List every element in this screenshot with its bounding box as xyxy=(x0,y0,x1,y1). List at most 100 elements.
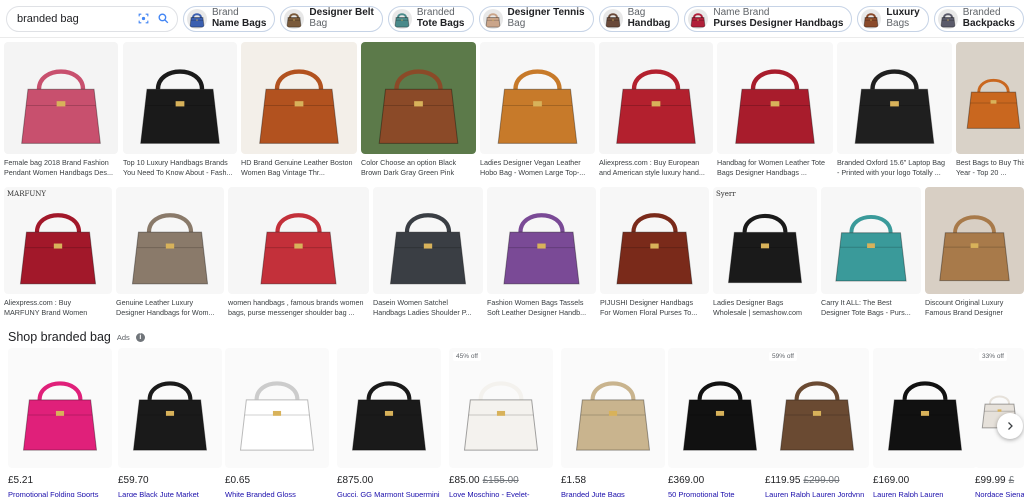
product-image[interactable]: 59% off xyxy=(765,348,869,468)
result-caption[interactable]: Genuine Leather Luxury Designer Handbags… xyxy=(116,298,220,318)
image-result-card[interactable]: Dasein Women Satchel Handbags Ladies Sho… xyxy=(373,187,483,322)
result-thumbnail[interactable] xyxy=(956,42,1024,154)
product-name[interactable]: Large Black Jute Market xyxy=(118,490,222,497)
product-name[interactable]: 50 Promotional Tote xyxy=(668,490,772,497)
product-card[interactable]: £369.00 50 Promotional Tote xyxy=(668,348,772,497)
result-thumbnail[interactable] xyxy=(116,187,224,294)
image-result-card[interactable]: Top 10 Luxury Handbags Brands You Need T… xyxy=(123,42,237,182)
product-card[interactable]: £59.70 Large Black Jute Market xyxy=(118,348,222,497)
image-result-card[interactable]: Female bag 2018 Brand Fashion Pendant Wo… xyxy=(4,42,118,182)
product-card[interactable]: £169.00 Lauren Ralph Lauren xyxy=(873,348,977,497)
product-image[interactable] xyxy=(561,348,665,468)
result-thumbnail[interactable] xyxy=(228,187,369,294)
result-thumbnail[interactable] xyxy=(123,42,237,154)
product-image[interactable] xyxy=(337,348,441,468)
product-name[interactable]: Nordace Siena xyxy=(975,490,1024,497)
search-icon[interactable] xyxy=(157,12,171,26)
result-thumbnail[interactable] xyxy=(837,42,952,154)
product-image[interactable] xyxy=(225,348,329,468)
product-price: £5.21 xyxy=(8,475,34,486)
image-result-card[interactable]: Genuine Leather Luxury Designer Handbags… xyxy=(116,187,224,322)
result-thumbnail[interactable] xyxy=(4,42,118,154)
related-search-chip[interactable]: Brand Name Bags xyxy=(182,5,276,32)
search-input[interactable]: branded bag xyxy=(6,5,178,32)
lens-icon[interactable] xyxy=(137,12,151,26)
product-image[interactable] xyxy=(668,348,772,468)
result-caption[interactable]: women handbags , famous brands women bag… xyxy=(228,298,365,318)
image-result-card[interactable]: MARFUNY Aliexpress.com : Buy MARFUNY Bra… xyxy=(4,187,112,322)
result-thumbnail[interactable]: MARFUNY xyxy=(4,187,112,294)
product-price-row: £169.00 xyxy=(873,475,977,486)
product-image[interactable]: 33% off xyxy=(975,348,1024,468)
product-name[interactable]: Love Moschino - Eyelet- xyxy=(449,490,553,497)
carousel-next-button[interactable] xyxy=(997,413,1023,439)
product-card[interactable]: 45% off £85.00 £155.00 Love Moschino - Ey… xyxy=(449,348,553,497)
result-caption[interactable]: Fashion Women Bags Tassels Soft Leather … xyxy=(487,298,592,318)
image-result-card[interactable]: Ladies Designer Vegan Leather Hobo Bag -… xyxy=(480,42,595,182)
result-caption[interactable]: Handbag for Women Leather Tote Bags Desi… xyxy=(717,158,829,178)
result-thumbnail[interactable] xyxy=(241,42,357,154)
product-image[interactable] xyxy=(118,348,222,468)
result-caption[interactable]: Branded Oxford 15.6" Laptop Bag - Printe… xyxy=(837,158,948,178)
product-name[interactable]: Branded Jute Bags xyxy=(561,490,665,497)
result-caption[interactable]: PIJUSHI Designer Handbags For Women Flor… xyxy=(600,298,705,318)
image-result-card[interactable]: HD Brand Genuine Leather Boston Women Ba… xyxy=(241,42,357,182)
result-thumbnail[interactable] xyxy=(361,42,476,154)
result-thumbnail[interactable] xyxy=(821,187,921,294)
image-result-card[interactable]: women handbags , famous brands women bag… xyxy=(228,187,369,322)
image-result-card[interactable]: PIJUSHI Designer Handbags For Women Flor… xyxy=(600,187,709,322)
related-search-chip[interactable]: Luxury Bags xyxy=(857,5,929,32)
product-image[interactable]: 45% off xyxy=(449,348,553,468)
result-caption[interactable]: Color Choose an option Black Brown Dark … xyxy=(361,158,472,178)
result-caption[interactable]: Discount Original Luxury Famous Brand De… xyxy=(925,298,1020,318)
result-thumbnail[interactable] xyxy=(599,42,713,154)
discount-badge: 33% off xyxy=(979,352,1007,361)
result-thumbnail[interactable] xyxy=(925,187,1024,294)
product-name[interactable]: White Branded Gloss xyxy=(225,490,329,497)
image-result-card[interactable]: Fashion Women Bags Tassels Soft Leather … xyxy=(487,187,596,322)
image-result-card[interactable]: Best Bags to Buy This Year - Top 20 ... xyxy=(956,42,1024,182)
result-caption[interactable]: HD Brand Genuine Leather Boston Women Ba… xyxy=(241,158,353,178)
related-search-chip[interactable]: Designer Tennis Bag xyxy=(478,5,594,32)
product-image[interactable] xyxy=(873,348,977,468)
related-search-chip[interactable]: Designer Belt Bag xyxy=(280,5,383,32)
result-caption[interactable]: Aliexpress.com : Buy European and Americ… xyxy=(599,158,709,178)
related-search-chip[interactable]: Name Brand Purses Designer Handbags xyxy=(684,5,853,32)
product-name[interactable]: Gucci, GG Marmont Supermini xyxy=(337,490,441,497)
search-query[interactable]: branded bag xyxy=(17,13,131,25)
result-thumbnail[interactable] xyxy=(717,42,833,154)
image-result-card[interactable]: Discount Original Luxury Famous Brand De… xyxy=(925,187,1024,322)
result-caption[interactable]: Dasein Women Satchel Handbags Ladies Sho… xyxy=(373,298,479,318)
product-name[interactable]: Promotional Folding Sports xyxy=(8,490,112,497)
result-thumbnail[interactable] xyxy=(373,187,483,294)
product-card[interactable]: 59% off £119.95 £299.00 Lauren Ralph Laur… xyxy=(765,348,869,497)
related-search-chip[interactable]: Branded Tote Bags xyxy=(387,5,474,32)
product-card[interactable]: £875.00 Gucci, GG Marmont Supermini xyxy=(337,348,441,497)
product-card[interactable]: £1.58 Branded Jute Bags xyxy=(561,348,665,497)
result-caption[interactable]: Aliexpress.com : Buy MARFUNY Brand Women… xyxy=(4,298,108,318)
result-caption[interactable]: Top 10 Luxury Handbags Brands You Need T… xyxy=(123,158,233,178)
result-caption[interactable]: Ladies Designer Bags Wholesale | semasho… xyxy=(713,298,813,318)
info-icon[interactable]: i xyxy=(135,332,145,342)
image-result-card[interactable]: Carry It ALL: The Best Designer Tote Bag… xyxy=(821,187,921,322)
result-caption[interactable]: Carry It ALL: The Best Designer Tote Bag… xyxy=(821,298,917,318)
result-thumbnail[interactable] xyxy=(480,42,595,154)
product-card[interactable]: £0.65 White Branded Gloss xyxy=(225,348,329,497)
image-result-card[interactable]: Branded Oxford 15.6" Laptop Bag - Printe… xyxy=(837,42,952,182)
image-result-card[interactable]: Syerr Ladies Designer Bags Wholesale | s… xyxy=(713,187,817,322)
product-card[interactable]: £5.21 Promotional Folding Sports xyxy=(8,348,112,497)
result-thumbnail[interactable] xyxy=(487,187,596,294)
image-result-card[interactable]: Handbag for Women Leather Tote Bags Desi… xyxy=(717,42,833,182)
result-thumbnail[interactable]: Syerr xyxy=(713,187,817,294)
product-name[interactable]: Lauren Ralph Lauren Jordynn xyxy=(765,490,869,497)
image-result-card[interactable]: Aliexpress.com : Buy European and Americ… xyxy=(599,42,713,182)
related-search-chip[interactable]: Bag Handbag xyxy=(598,5,680,32)
related-search-chip[interactable]: Branded Backpacks xyxy=(933,5,1024,32)
product-image[interactable] xyxy=(8,348,112,468)
result-thumbnail[interactable] xyxy=(600,187,709,294)
image-result-card[interactable]: Color Choose an option Black Brown Dark … xyxy=(361,42,476,182)
result-caption[interactable]: Female bag 2018 Brand Fashion Pendant Wo… xyxy=(4,158,114,178)
result-caption[interactable]: Ladies Designer Vegan Leather Hobo Bag -… xyxy=(480,158,591,178)
result-caption[interactable]: Best Bags to Buy This Year - Top 20 ... xyxy=(956,158,1024,178)
product-name[interactable]: Lauren Ralph Lauren xyxy=(873,490,977,497)
